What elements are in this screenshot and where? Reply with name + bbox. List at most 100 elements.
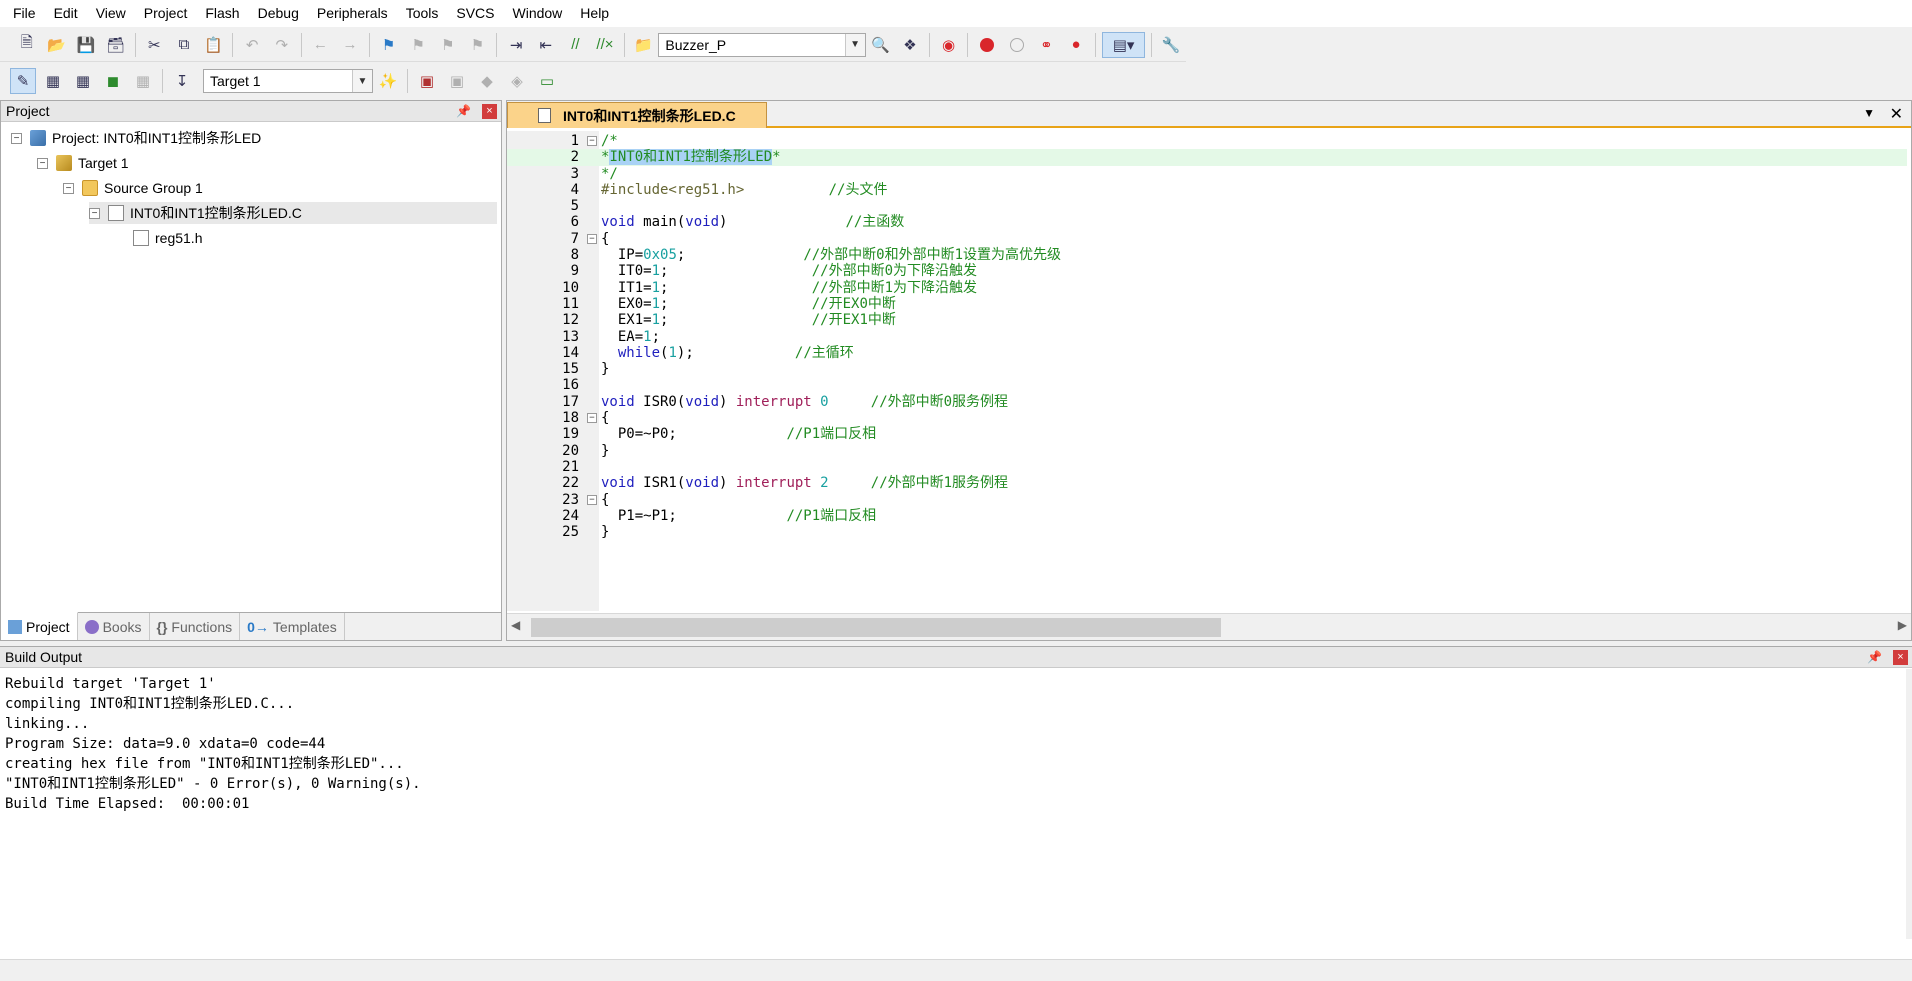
bookmark-icon[interactable]: ⚑ — [376, 32, 402, 58]
code-line[interactable]: 12 EX1=1; //开EX1中断 — [507, 312, 1907, 328]
code-area[interactable]: 1−/* 2 *INT0和INT1控制条形LED* 3 */4 #include<reg5… — [507, 133, 1907, 540]
uncomment-icon[interactable]: //× — [592, 32, 618, 58]
forward-icon[interactable]: → — [337, 32, 363, 58]
code-line[interactable]: 23−{ — [507, 492, 1907, 508]
build-icon[interactable]: ▦ — [40, 68, 66, 94]
save-all-icon[interactable]: 🗃 — [103, 32, 129, 58]
menu-project[interactable]: Project — [135, 0, 197, 27]
horizontal-scrollbar[interactable] — [0, 959, 1912, 981]
menu-svcs[interactable]: SVCS — [447, 0, 503, 27]
pack-installer-icon[interactable]: ◈ — [504, 68, 530, 94]
chevron-down-icon[interactable]: ▼ — [844, 33, 865, 56]
clear-bookmarks-icon[interactable]: ⚑ — [465, 32, 491, 58]
save-icon[interactable]: 💾 — [73, 32, 99, 58]
code-line[interactable]: 19 P0=~P0; //P1端口反相 — [507, 426, 1907, 442]
find-combo[interactable]: Buzzer_P ▼ — [658, 32, 866, 57]
vertical-scrollbar[interactable] — [1906, 669, 1912, 939]
code-line[interactable]: 3 */ — [507, 166, 1907, 182]
pin-icon[interactable]: 📌 — [1867, 647, 1882, 668]
translate-icon[interactable]: ✎ — [10, 68, 36, 94]
code-line[interactable]: 14 while(1); //主循环 — [507, 345, 1907, 361]
manage-run-time-icon[interactable]: ◆ — [474, 68, 500, 94]
fold-icon[interactable]: − — [587, 136, 597, 146]
code-line[interactable]: 10 IT1=1; //外部中断1为下降沿触发 — [507, 280, 1907, 296]
close-icon[interactable]: × — [482, 104, 497, 119]
code-line[interactable]: 17 void ISR0(void) interrupt 0 //外部中断0服务例… — [507, 394, 1907, 410]
code-line[interactable]: 24 P1=~P1; //P1端口反相 — [507, 508, 1907, 524]
menu-peripherals[interactable]: Peripherals — [308, 0, 397, 27]
paste-icon[interactable]: 📋 — [201, 32, 227, 58]
event-recorder-icon[interactable]: ▭ — [534, 68, 560, 94]
code-line[interactable]: 4 #include<reg51.h> //头文件 — [507, 182, 1907, 198]
redo-icon[interactable]: ↷ — [269, 32, 295, 58]
find-icon[interactable]: 🔍 — [868, 32, 894, 58]
select-packs-icon[interactable]: ▣ — [444, 68, 470, 94]
code-line[interactable]: 21 — [507, 459, 1907, 475]
code-line[interactable]: 20} — [507, 443, 1907, 459]
scroll-right-icon[interactable]: ▶ — [1898, 618, 1907, 632]
menu-file[interactable]: File — [4, 0, 45, 27]
menu-view[interactable]: View — [87, 0, 135, 27]
menu-window[interactable]: Window — [504, 0, 572, 27]
debug-start-icon[interactable]: ◉ — [936, 32, 962, 58]
disable-breakpoint-icon[interactable] — [1004, 32, 1030, 58]
copy-icon[interactable]: ⧉ — [171, 32, 197, 58]
back-icon[interactable]: ← — [308, 32, 334, 58]
undo-icon[interactable]: ↶ — [239, 32, 265, 58]
tab-functions[interactable]: {} Functions — [150, 613, 241, 640]
fold-icon[interactable]: − — [587, 494, 597, 505]
menu-flash[interactable]: Flash — [196, 0, 248, 27]
open-icon[interactable]: 📂 — [44, 32, 70, 58]
chevron-down-icon[interactable]: ▼ — [1863, 106, 1875, 120]
stop-build-icon[interactable]: ▦ — [130, 68, 156, 94]
close-icon[interactable]: × — [1893, 650, 1908, 665]
prev-bookmark-icon[interactable]: ⚑ — [405, 32, 431, 58]
tree-header-node[interactable]: reg51.h — [133, 227, 202, 249]
code-line[interactable]: 22 void ISR1(void) interrupt 2 //外部中断1服务例… — [507, 475, 1907, 491]
code-line[interactable]: 8 IP=0x05; //外部中断0和外部中断1设置为高优先级 — [507, 247, 1907, 263]
fold-icon[interactable]: − — [587, 233, 597, 244]
find-in-files-icon[interactable]: 📁 — [631, 32, 657, 58]
window-layout-icon[interactable]: ▤▾ — [1101, 31, 1146, 58]
close-icon[interactable]: ✕ — [1890, 104, 1903, 124]
code-line[interactable]: 15} — [507, 361, 1907, 377]
new-file-icon[interactable]: 🗎 — [14, 32, 40, 58]
code-line[interactable]: 5 — [507, 198, 1907, 214]
cut-icon[interactable]: ✂ — [141, 32, 167, 58]
code-line[interactable]: 13 EA=1; — [507, 329, 1907, 345]
kill-all-breakpoints-icon[interactable]: ● — [1063, 32, 1089, 58]
code-line[interactable]: 25} — [507, 524, 1907, 540]
indent-icon[interactable]: ⇥ — [503, 32, 529, 58]
comment-icon[interactable]: // — [563, 32, 589, 58]
next-bookmark-icon[interactable]: ⚑ — [435, 32, 461, 58]
rebuild-icon[interactable]: ▦ — [70, 68, 96, 94]
code-line[interactable]: 2 *INT0和INT1控制条形LED* — [507, 149, 1907, 166]
pin-icon[interactable]: 📌 — [456, 101, 471, 122]
batch-build-icon[interactable]: ◼ — [100, 68, 126, 94]
chevron-down-icon[interactable]: ▼ — [352, 70, 372, 92]
code-line[interactable]: 18−{ — [507, 410, 1907, 426]
scroll-left-icon[interactable]: ◀ — [511, 618, 520, 632]
collapse-icon[interactable]: − — [11, 132, 22, 144]
editor-tab-active[interactable]: INT0和INT1控制条形LED.C — [507, 102, 767, 128]
menu-edit[interactable]: Edit — [45, 0, 87, 27]
download-icon[interactable]: ↧ — [169, 68, 195, 94]
target-combo[interactable]: Target 1 ▼ — [203, 69, 373, 93]
incremental-find-icon[interactable]: ❖ — [897, 32, 923, 58]
tree-file-node[interactable]: − INT0和INT1控制条形LED.C — [89, 202, 497, 224]
wrench-icon[interactable]: 🔧 — [1158, 32, 1184, 58]
fold-icon[interactable]: − — [587, 413, 597, 424]
code-line[interactable]: 11 EX0=1; //开EX0中断 — [507, 296, 1907, 312]
code-line[interactable]: 16 — [507, 377, 1907, 393]
breakpoint-icon[interactable] — [974, 32, 1000, 58]
menu-tools[interactable]: Tools — [397, 0, 448, 27]
menu-debug[interactable]: Debug — [249, 0, 308, 27]
tab-project[interactable]: Project — [1, 612, 78, 640]
collapse-icon[interactable]: − — [63, 182, 74, 194]
horizontal-scrollbar[interactable]: ◀ ▶ — [507, 613, 1911, 640]
code-line[interactable]: 7−{ — [507, 231, 1907, 247]
unindent-icon[interactable]: ⇤ — [533, 32, 559, 58]
tree-target-node[interactable]: − Target 1 — [37, 152, 129, 174]
tree-project-node[interactable]: − Project: INT0和INT1控制条形LED — [11, 127, 261, 149]
scrollbar-thumb[interactable] — [531, 618, 1221, 637]
